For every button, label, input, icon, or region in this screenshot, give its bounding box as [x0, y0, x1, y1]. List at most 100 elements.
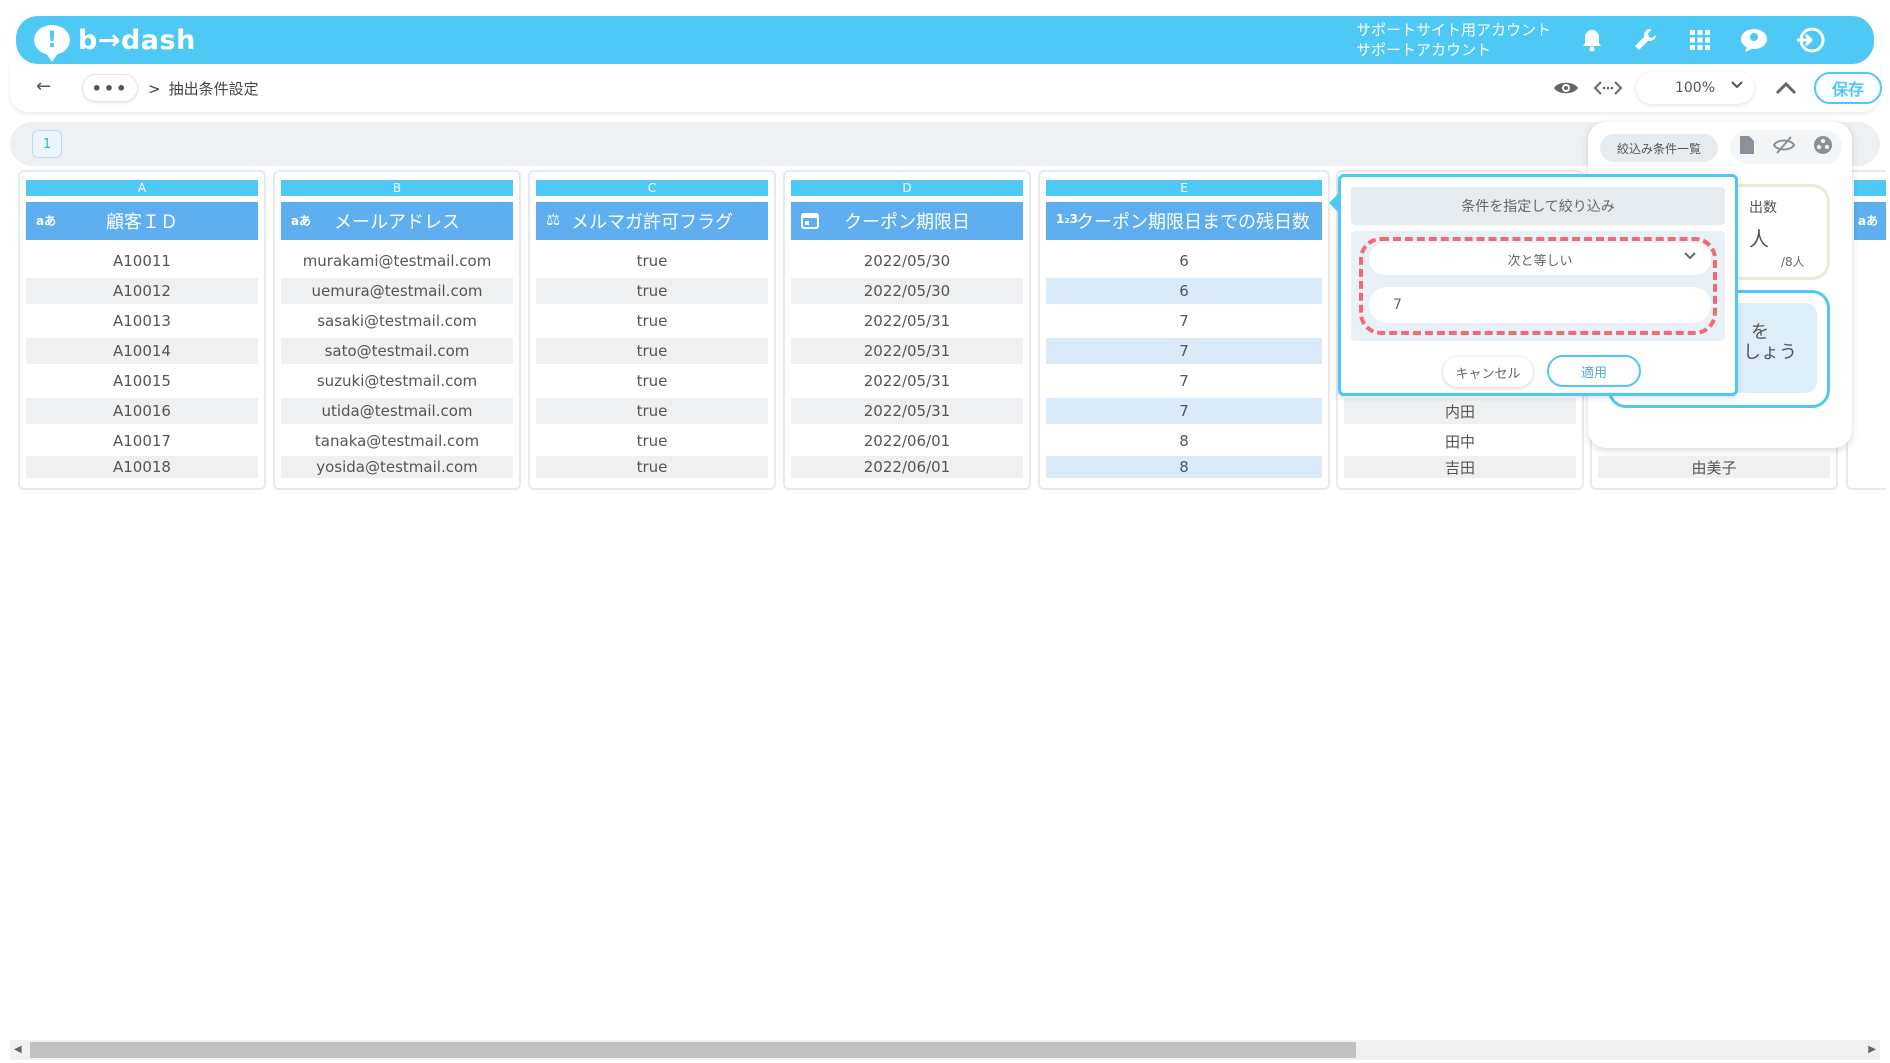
text-type-icon: aあ	[1858, 214, 1879, 228]
settings-circle-icon[interactable]	[1813, 135, 1833, 159]
table-cell: A10011	[113, 252, 171, 270]
card-title: 出数	[1749, 200, 1777, 216]
table-cell: 2022/06/01	[863, 432, 951, 450]
column-a: A aあ 顧客ＩＤ A10011 A10012 A10013 A10014 A1…	[18, 170, 266, 490]
table-cell: 7	[1046, 338, 1322, 364]
column-letter[interactable]: E	[1046, 180, 1322, 196]
breadcrumb-current[interactable]: 抽出条件設定	[169, 80, 259, 98]
table-cell: A10018	[26, 456, 258, 478]
logout-icon[interactable]	[1794, 25, 1826, 55]
column-letter[interactable]	[1854, 180, 1886, 196]
save-button[interactable]: 保存	[1814, 72, 1882, 104]
document-icon[interactable]	[1739, 135, 1755, 159]
table-cell: suzuki@testmail.com	[316, 372, 478, 390]
column-header[interactable]: ⚖ メルマガ許可フラグ	[536, 202, 768, 240]
table-cell: A10012	[26, 278, 258, 304]
code-icon[interactable]	[1592, 74, 1624, 102]
column-letter[interactable]: B	[281, 180, 513, 196]
card-value: 人	[1749, 227, 1769, 251]
scroll-left-icon[interactable]: ◀	[14, 1044, 22, 1055]
sheet-tab-1[interactable]: 1	[32, 130, 62, 158]
column-header[interactable]: aあ メールアドレス	[281, 202, 513, 240]
calendar-type-icon	[801, 211, 819, 232]
table-cell: utida@testmail.com	[281, 398, 513, 424]
table-cell: 田中	[1444, 432, 1475, 451]
table-cell: 8	[1179, 432, 1189, 450]
account-info[interactable]: サポートサイト用アカウント サポートアカウント	[1356, 20, 1551, 60]
table-cell: true	[536, 398, 768, 424]
table-cell: sato@testmail.com	[281, 338, 513, 364]
hint-line: しょう	[1743, 342, 1797, 363]
column-letter[interactable]: D	[791, 180, 1023, 196]
table-cell: 7	[1179, 372, 1189, 390]
chevron-up-icon[interactable]	[1770, 74, 1802, 102]
column-header[interactable]: クーポン期限日	[791, 202, 1023, 240]
horizontal-scrollbar[interactable]: ◀ ▶	[10, 1040, 1880, 1060]
table-cell: 7	[1179, 312, 1189, 330]
bell-icon[interactable]	[1576, 25, 1608, 55]
column-c: C ⚖ メルマガ許可フラグ true true true true true t…	[528, 170, 776, 490]
table-cell: A10017	[113, 432, 171, 450]
toolbar: ← ••• > 抽出条件設定 100% 保存	[10, 64, 1882, 112]
brand-logo[interactable]: ! b→dash	[34, 22, 196, 62]
table-cell: true	[536, 456, 768, 478]
breadcrumb-more-button[interactable]: •••	[82, 74, 138, 102]
eye-icon[interactable]	[1550, 74, 1582, 102]
table-cell: tanaka@testmail.com	[314, 432, 480, 450]
table-cell: true	[636, 372, 668, 390]
column-b: B aあ メールアドレス murakami@testmail.com uemur…	[273, 170, 521, 490]
table-cell: A10013	[113, 312, 171, 330]
zoom-value: 100%	[1674, 80, 1716, 96]
column-letter[interactable]: C	[536, 180, 768, 196]
breadcrumb: > 抽出条件設定	[148, 78, 259, 99]
popup-title: 条件を指定して絞り込み	[1351, 187, 1725, 225]
user-chat-icon[interactable]	[1738, 25, 1770, 55]
account-name: サポートサイト用アカウント	[1356, 21, 1552, 39]
table-cell: 2022/05/31	[863, 372, 951, 390]
text-type-icon: aあ	[291, 214, 312, 228]
filter-popup: 条件を指定して絞り込み 次と等しい 7 キャンセル 適用	[1329, 174, 1738, 396]
column-h: aあ	[1846, 170, 1886, 490]
column-title: クーポン期限日	[844, 212, 970, 233]
table-cell: 2022/05/30	[863, 252, 951, 270]
wrench-icon[interactable]	[1630, 25, 1662, 55]
chevron-down-icon	[1683, 249, 1697, 267]
column-header[interactable]: 1₂3 クーポン期限日までの残日数	[1046, 202, 1322, 240]
scroll-right-icon[interactable]: ▶	[1868, 1044, 1876, 1055]
scrollbar-thumb[interactable]	[30, 1042, 1356, 1058]
table-cell: 2022/05/30	[791, 278, 1023, 304]
table-cell: true	[536, 278, 768, 304]
number-type-icon: 1₂3	[1056, 212, 1078, 226]
filter-value-input[interactable]: 7	[1369, 287, 1711, 323]
operator-select[interactable]: 次と等しい	[1369, 243, 1711, 275]
grid-icon[interactable]	[1684, 25, 1716, 55]
filter-list-tab[interactable]: 絞込み条件一覧	[1600, 134, 1718, 162]
table-cell: 7	[1046, 398, 1322, 424]
app-header: ! b→dash サポートサイト用アカウント サポートアカウント	[16, 16, 1874, 64]
table-cell: 由美子	[1598, 456, 1830, 478]
hidden-eye-icon[interactable]	[1772, 135, 1796, 159]
column-header[interactable]: aあ	[1854, 202, 1886, 240]
account-role: サポートアカウント	[1356, 41, 1492, 59]
column-title: 顧客ＩＤ	[106, 212, 178, 233]
brand-name: b→dash	[78, 24, 196, 56]
apply-button[interactable]: 適用	[1547, 355, 1641, 387]
table-cell: true	[636, 432, 668, 450]
text-type-icon: aあ	[36, 214, 57, 228]
zoom-select[interactable]: 100%	[1636, 72, 1754, 104]
table-cell: 2022/05/31	[791, 398, 1023, 424]
column-d: D クーポン期限日 2022/05/30 2022/05/30 2022/05/…	[783, 170, 1031, 490]
table-cell: 2022/05/31	[791, 338, 1023, 364]
table-cell: true	[636, 312, 668, 330]
cancel-button[interactable]: キャンセル	[1443, 357, 1533, 387]
breadcrumb-separator: >	[148, 80, 161, 98]
column-letter[interactable]: A	[26, 180, 258, 196]
column-title: メールアドレス	[334, 212, 460, 233]
table-cell: A10015	[113, 372, 171, 390]
column-header[interactable]: aあ 顧客ＩＤ	[26, 202, 258, 240]
table-cell: true	[536, 338, 768, 364]
table-cell: yosida@testmail.com	[281, 456, 513, 478]
back-arrow-icon[interactable]: ←	[36, 76, 51, 97]
column-e: E 1₂3 クーポン期限日までの残日数 6 6 7 7 7 7 8 8	[1038, 170, 1330, 490]
table-cell: A10016	[26, 398, 258, 424]
